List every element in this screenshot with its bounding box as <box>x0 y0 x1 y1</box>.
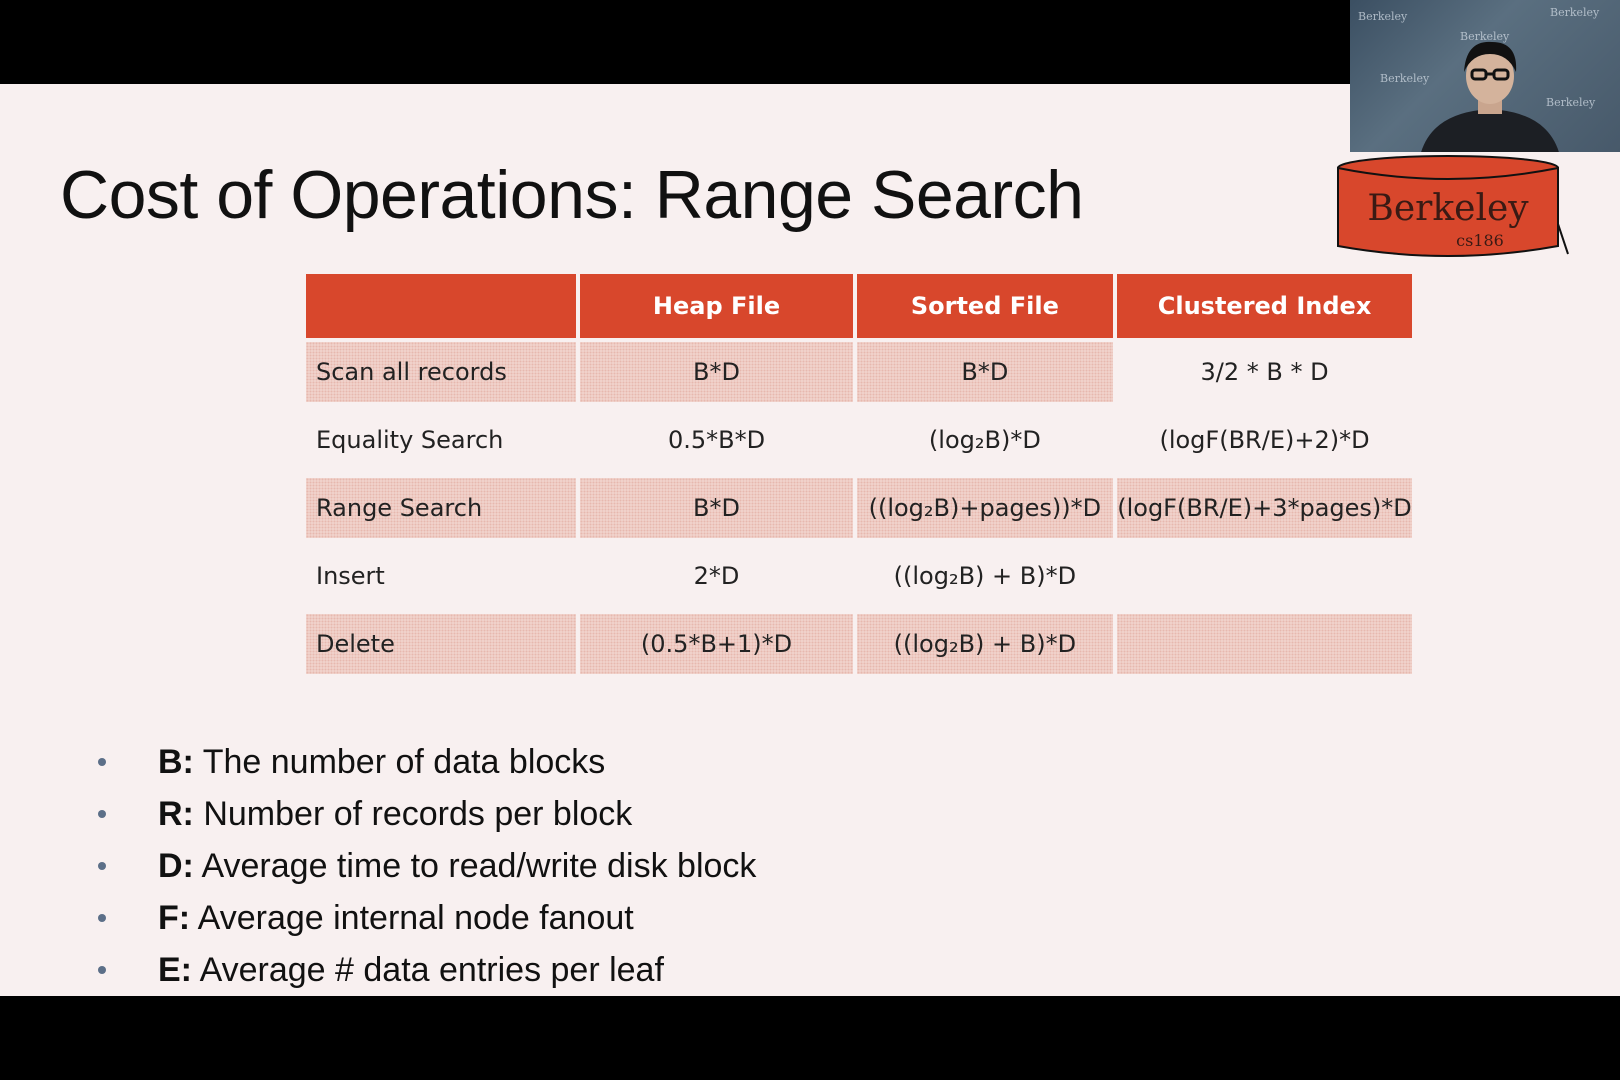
header-sorted-file: Sorted File <box>856 274 1114 338</box>
bullet-icon <box>98 914 106 922</box>
webcam-backdrop-text: Berkeley <box>1358 10 1408 23</box>
table-row: Equality Search 0.5*B*D (log₂B)*D (logF(… <box>306 406 1412 474</box>
definition-key: R: <box>158 795 194 833</box>
list-item: E: Average # data entries per leaf <box>96 944 756 996</box>
cell-clustered <box>1117 610 1412 678</box>
cell-sorted: ((log₂B) + B)*D <box>856 610 1114 678</box>
definition-key: F: <box>158 899 191 937</box>
bullet-icon <box>98 966 106 974</box>
row-label: Scan all records <box>306 338 577 406</box>
cell-heap: 2*D <box>580 542 853 610</box>
row-label: Equality Search <box>306 406 577 474</box>
row-label: Range Search <box>306 474 577 542</box>
row-label: Delete <box>306 610 577 678</box>
definition-text: Number of records per block <box>193 795 633 833</box>
cell-clustered: (logF(BR/E)+3*pages)*D <box>1117 474 1412 542</box>
berkeley-logo: Berkeley cs186 <box>1337 155 1569 257</box>
definitions-list: B: The number of data blocks R: Number o… <box>96 736 756 996</box>
table-header-row: Heap File Sorted File Clustered Index <box>306 274 1412 338</box>
table-row: Scan all records B*D B*D 3/2 * B * D <box>306 338 1412 406</box>
cost-table: Heap File Sorted File Clustered Index Sc… <box>302 274 1416 678</box>
webcam-video: Berkeley Berkeley Berkeley Berkeley Berk… <box>1350 0 1620 152</box>
list-item: B: The number of data blocks <box>96 736 756 788</box>
cell-heap: 0.5*B*D <box>580 406 853 474</box>
definition-text: Average # data entries per leaf <box>192 951 664 989</box>
header-heap-file: Heap File <box>580 274 853 338</box>
bullet-icon <box>98 810 106 818</box>
cell-clustered: 3/2 * B * D <box>1117 338 1412 406</box>
cell-sorted: B*D <box>856 338 1114 406</box>
cell-sorted: (log₂B)*D <box>856 406 1114 474</box>
bullet-icon <box>98 758 106 766</box>
cell-clustered: (logF(BR/E)+2)*D <box>1117 406 1412 474</box>
cell-heap: (0.5*B+1)*D <box>580 610 853 678</box>
header-empty <box>306 274 577 338</box>
logo-subtext: cs186 <box>1456 231 1504 250</box>
slide-title: Cost of Operations: Range Search <box>60 157 1084 233</box>
cell-sorted: ((log₂B) + B)*D <box>856 542 1114 610</box>
cell-heap: B*D <box>580 338 853 406</box>
definition-text: The number of data blocks <box>193 743 606 781</box>
list-item: D: Average time to read/write disk block <box>96 840 756 892</box>
logo-text: Berkeley <box>1367 188 1529 229</box>
cell-sorted: ((log₂B)+pages))*D <box>856 474 1114 542</box>
definition-text: Average time to read/write disk block <box>193 847 757 885</box>
list-item: R: Number of records per block <box>96 788 756 840</box>
bullet-icon <box>98 862 106 870</box>
header-clustered-index: Clustered Index <box>1117 274 1412 338</box>
row-label: Insert <box>306 542 577 610</box>
presenter-silhouette <box>1421 41 1559 152</box>
definition-key: E: <box>158 951 192 989</box>
cell-heap: B*D <box>580 474 853 542</box>
definition-key: B: <box>158 743 194 781</box>
list-item: F: Average internal node fanout <box>96 892 756 944</box>
webcam-backdrop-text: Berkeley <box>1550 6 1600 19</box>
definition-text: Average internal node fanout <box>190 899 634 937</box>
slide: Cost of Operations: Range Search Berkele… <box>0 84 1620 996</box>
definition-key: D: <box>158 847 194 885</box>
table-row: Insert 2*D ((log₂B) + B)*D <box>306 542 1412 610</box>
table-row: Delete (0.5*B+1)*D ((log₂B) + B)*D <box>306 610 1412 678</box>
cell-clustered <box>1117 542 1412 610</box>
table-row: Range Search B*D ((log₂B)+pages))*D (log… <box>306 474 1412 542</box>
